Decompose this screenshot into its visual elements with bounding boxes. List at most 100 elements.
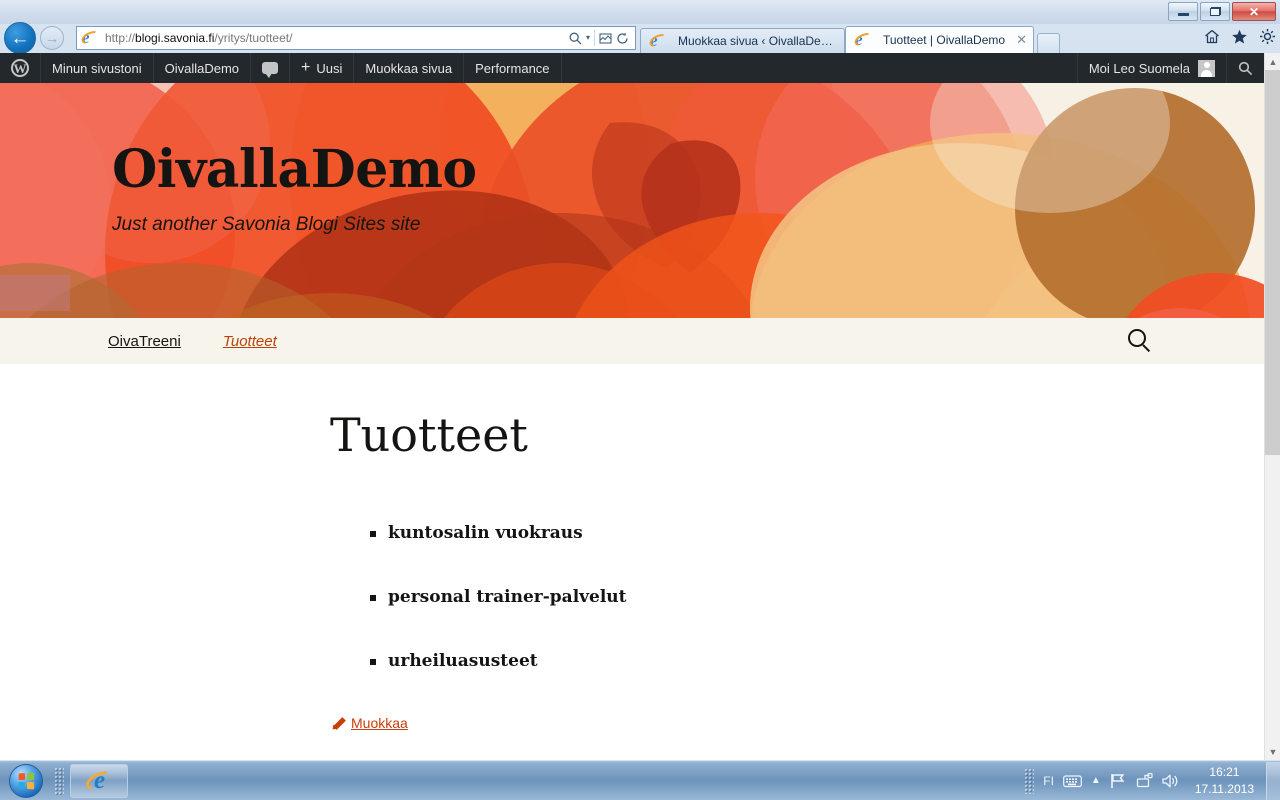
search-icon bbox=[1238, 61, 1253, 75]
admin-bar-performance[interactable]: Performance bbox=[464, 53, 562, 83]
admin-bar-item-label: OivallaDemo bbox=[164, 60, 240, 76]
favorites-star-icon[interactable] bbox=[1231, 29, 1248, 45]
refresh-glyph bbox=[617, 32, 628, 44]
taskbar-button-internet-explorer[interactable]: e bbox=[70, 763, 128, 798]
page-title: Tuotteet bbox=[330, 408, 528, 462]
entry-article: Tuotteet kuntosalin vuokraus personal tr… bbox=[330, 410, 934, 731]
start-button[interactable] bbox=[2, 763, 50, 799]
admin-bar-item-label: Minun sivustoni bbox=[52, 60, 142, 76]
volume-icon[interactable] bbox=[1162, 773, 1180, 789]
action-center-flag-icon[interactable] bbox=[1110, 773, 1127, 789]
admin-bar-new-content[interactable]: + Uusi bbox=[290, 53, 355, 83]
forward-arrow-icon: → bbox=[45, 30, 59, 46]
comment-bubble-icon bbox=[262, 62, 279, 78]
network-glyph bbox=[1136, 772, 1153, 787]
restore-icon bbox=[1209, 7, 1221, 16]
flag-glyph bbox=[1111, 773, 1125, 788]
address-bar-url[interactable]: http://blogi.savonia.fi/yritys/tuotteet/ bbox=[105, 31, 565, 45]
back-arrow-icon: ← bbox=[10, 27, 30, 49]
tray-grip bbox=[1024, 767, 1035, 794]
wordpress-admin-bar: W Minun sivustoni OivallaDemo + Uusi Muo… bbox=[0, 53, 1264, 83]
search-handle bbox=[1142, 344, 1151, 353]
home-icon[interactable] bbox=[1204, 29, 1220, 44]
page-scrollbar[interactable]: ▲ ▼ bbox=[1264, 53, 1280, 760]
address-bar-icons: ▾ bbox=[565, 30, 633, 46]
show-desktop-button[interactable] bbox=[1266, 761, 1280, 800]
admin-bar-wp-logo[interactable]: W bbox=[0, 53, 41, 83]
close-button[interactable]: ✕ bbox=[1232, 2, 1276, 21]
browser-titlebar: ✕ bbox=[0, 0, 1280, 24]
gear-glyph bbox=[1260, 29, 1275, 44]
avatar bbox=[1198, 59, 1215, 77]
site-header-image: OivallaDemo Just another Savonia Blogi S… bbox=[0, 83, 1264, 318]
browser-window: ✕ e Muokkaa sivua ‹ OivallaDemo ... e Tu… bbox=[0, 0, 1280, 760]
compatibility-view-icon[interactable] bbox=[599, 32, 612, 45]
system-tray: FI ▲ 16:21 17.11.2013 bbox=[1024, 764, 1264, 796]
minimize-icon bbox=[1177, 13, 1189, 16]
divider bbox=[594, 30, 595, 46]
internet-explorer-icon: e bbox=[83, 767, 115, 794]
url-host: blogi.savonia.fi bbox=[135, 31, 215, 45]
chevron-down-icon[interactable]: ▾ bbox=[586, 34, 590, 42]
home-glyph bbox=[1205, 30, 1219, 44]
keyboard-layout-icon[interactable] bbox=[1063, 774, 1082, 788]
ie-favicon-icon: e bbox=[79, 29, 102, 47]
scrollbar-thumb[interactable] bbox=[1265, 70, 1280, 455]
admin-bar-search-button[interactable] bbox=[1226, 53, 1264, 83]
star-glyph bbox=[1232, 29, 1247, 43]
clock[interactable]: 16:21 17.11.2013 bbox=[1189, 764, 1260, 796]
admin-bar-site-name[interactable]: OivallaDemo bbox=[154, 53, 252, 83]
edit-link-label: Muokkaa bbox=[351, 714, 408, 731]
admin-bar-my-sites[interactable]: Minun sivustoni bbox=[41, 53, 154, 83]
close-icon: ✕ bbox=[1248, 4, 1260, 19]
nav-item-oivatreeni[interactable]: OivaTreeni bbox=[108, 333, 181, 350]
primary-navigation: OivaTreeni Tuotteet bbox=[0, 318, 1264, 364]
edit-page-link[interactable]: Muokkaa bbox=[332, 715, 934, 731]
scroll-down-arrow-icon[interactable]: ▼ bbox=[1265, 743, 1280, 760]
browser-navigation-bar: ← → e http://blogi.savonia.fi/yritys/tuo… bbox=[0, 22, 1280, 54]
minimize-button[interactable] bbox=[1168, 2, 1198, 21]
refresh-icon[interactable] bbox=[616, 32, 629, 45]
main-content: Tuotteet kuntosalin vuokraus personal tr… bbox=[0, 364, 1264, 731]
admin-bar-account[interactable]: Moi Leo Suomela bbox=[1076, 53, 1226, 83]
pencil-icon bbox=[332, 716, 346, 730]
site-description: Just another Savonia Blogi Sites site bbox=[112, 213, 421, 235]
site-title[interactable]: OivallaDemo bbox=[112, 142, 477, 198]
admin-bar-item-label: Uusi bbox=[316, 60, 343, 76]
search-icon[interactable] bbox=[1128, 329, 1152, 353]
url-path: /yritys/tuotteet/ bbox=[214, 31, 293, 45]
browser-toolbar-icons bbox=[1204, 28, 1276, 45]
restore-button[interactable] bbox=[1200, 2, 1230, 21]
keyboard-glyph bbox=[1063, 774, 1082, 787]
forward-button[interactable]: → bbox=[40, 26, 64, 50]
language-indicator[interactable]: FI bbox=[1043, 774, 1054, 788]
show-hidden-icons-chevron-icon[interactable]: ▲ bbox=[1091, 775, 1101, 786]
nav-item-tuotteet[interactable]: Tuotteet bbox=[223, 333, 277, 350]
scroll-up-arrow-icon[interactable]: ▲ bbox=[1265, 53, 1280, 70]
search-glyph bbox=[569, 32, 582, 44]
admin-bar-comments[interactable] bbox=[251, 53, 291, 83]
clock-date: 17.11.2013 bbox=[1194, 781, 1254, 796]
search-icon[interactable] bbox=[569, 32, 582, 45]
clock-time: 16:21 bbox=[1209, 765, 1240, 780]
volume-glyph bbox=[1162, 774, 1178, 787]
address-bar[interactable]: e http://blogi.savonia.fi/yritys/tuottee… bbox=[76, 26, 636, 50]
list-item: urheiluasusteet bbox=[370, 651, 934, 671]
wordpress-logo-icon: W bbox=[11, 59, 29, 77]
admin-bar-greeting: Moi Leo Suomela bbox=[1088, 60, 1190, 76]
tools-gear-icon[interactable] bbox=[1259, 28, 1276, 45]
back-button[interactable]: ← bbox=[4, 22, 36, 54]
admin-bar-spacer bbox=[562, 53, 1077, 83]
page-viewport: W Minun sivustoni OivallaDemo + Uusi Muo… bbox=[0, 53, 1264, 760]
admin-bar-item-label: Performance bbox=[475, 60, 550, 76]
compatibility-glyph bbox=[599, 32, 612, 44]
window-controls: ✕ bbox=[1168, 2, 1276, 21]
admin-bar-right-group: Moi Leo Suomela bbox=[1076, 53, 1264, 83]
admin-bar-edit-page[interactable]: Muokkaa sivua bbox=[354, 53, 465, 83]
admin-bar-item-label: Muokkaa sivua bbox=[365, 60, 453, 76]
plus-icon: + bbox=[301, 59, 311, 76]
site-branding: OivallaDemo Just another Savonia Blogi S… bbox=[112, 142, 477, 236]
product-list: kuntosalin vuokraus personal trainer-pal… bbox=[370, 523, 934, 671]
network-icon[interactable] bbox=[1136, 772, 1153, 789]
list-item: personal trainer-palvelut bbox=[370, 587, 934, 607]
